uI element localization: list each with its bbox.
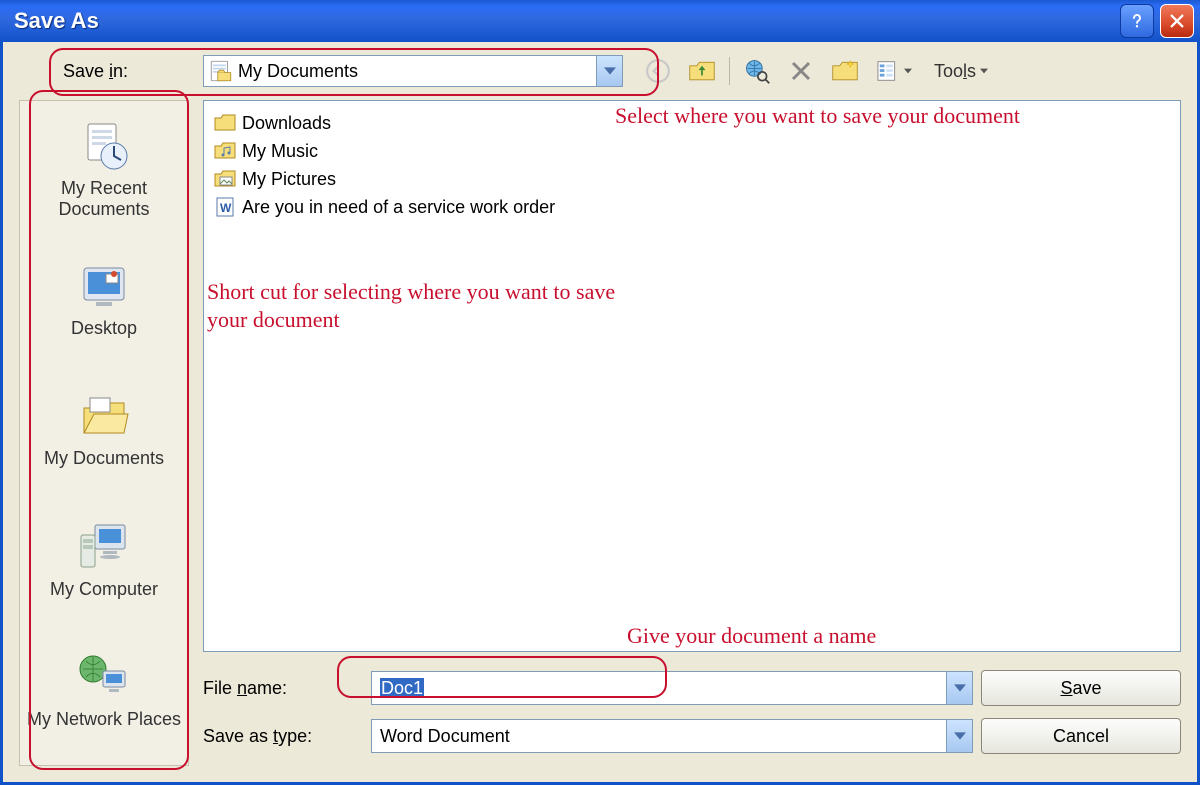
list-item[interactable]: Downloads (214, 109, 1170, 137)
list-item[interactable]: My Music (214, 137, 1170, 165)
chevron-down-icon (954, 730, 966, 742)
places-bar: My Recent Documents Desktop My Documents (19, 100, 189, 766)
place-my-computer[interactable]: My Computer (20, 495, 188, 625)
word-doc-icon: W (214, 196, 236, 218)
back-arrow-icon (645, 58, 671, 84)
file-name: Are you in need of a service work order (242, 197, 555, 218)
new-folder-button[interactable] (830, 56, 860, 86)
place-label: Desktop (71, 318, 137, 339)
file-list-area[interactable]: Downloads My Music My Pictures W Are you… (203, 100, 1181, 652)
file-name: Downloads (242, 113, 331, 134)
computer-icon (75, 521, 133, 573)
list-item[interactable]: W Are you in need of a service work orde… (214, 193, 1170, 221)
filename-dropdown-button[interactable] (946, 672, 972, 704)
folder-doc-icon (208, 58, 234, 84)
close-button[interactable] (1160, 4, 1194, 38)
file-name: My Music (242, 141, 318, 162)
views-button[interactable] (874, 56, 914, 86)
dialog-body: Save in: My Documents (0, 42, 1200, 785)
views-icon (877, 59, 903, 83)
search-web-button[interactable] (742, 56, 772, 86)
new-folder-icon (831, 58, 859, 84)
file-list: Downloads My Music My Pictures W Are you… (204, 101, 1180, 229)
folder-up-icon (688, 58, 716, 84)
folder-music-icon (214, 140, 236, 162)
close-icon (1169, 13, 1185, 29)
cancel-button[interactable]: Cancel (981, 718, 1181, 754)
tools-label: Tools (934, 61, 976, 82)
place-label: My Documents (44, 448, 164, 469)
save-in-row: Save in: My Documents (3, 42, 1197, 100)
toolbar: Tools (643, 56, 994, 86)
folder-icon (214, 112, 236, 134)
chevron-down-icon (604, 65, 616, 77)
savetype-label: Save as type: (203, 726, 363, 747)
up-one-level-button[interactable] (687, 56, 717, 86)
save-in-label: Save in: (63, 61, 193, 82)
chevron-down-icon (980, 68, 988, 74)
desktop-icon (76, 262, 132, 312)
place-network-places[interactable]: My Network Places (20, 625, 188, 755)
help-button[interactable] (1120, 4, 1154, 38)
chevron-down-icon (954, 682, 966, 694)
save-in-combo[interactable]: My Documents (203, 55, 623, 87)
toolbar-separator (729, 57, 730, 85)
help-icon (1128, 12, 1146, 30)
chevron-down-icon (904, 68, 912, 74)
tools-menu[interactable]: Tools (928, 59, 994, 84)
svg-text:W: W (220, 201, 232, 215)
delete-x-icon (789, 59, 813, 83)
network-icon (75, 651, 133, 703)
back-button[interactable] (643, 56, 673, 86)
place-label: My Computer (50, 579, 158, 600)
filename-value: Doc1 (372, 678, 946, 699)
savetype-value: Word Document (372, 726, 946, 747)
bottom-controls: File name: Doc1 Save Save as type: Word … (203, 664, 1181, 760)
place-recent-documents[interactable]: My Recent Documents (20, 105, 188, 235)
window-controls (1120, 4, 1194, 38)
place-my-documents[interactable]: My Documents (20, 365, 188, 495)
save-in-dropdown-button[interactable] (596, 56, 622, 86)
delete-button[interactable] (786, 56, 816, 86)
save-in-value: My Documents (238, 61, 596, 82)
list-item[interactable]: My Pictures (214, 165, 1170, 193)
file-name: My Pictures (242, 169, 336, 190)
title-bar: Save As (0, 0, 1200, 42)
filename-label: File name: (203, 678, 363, 699)
globe-search-icon (743, 57, 771, 85)
filename-combo[interactable]: Doc1 (371, 671, 973, 705)
savetype-combo[interactable]: Word Document (371, 719, 973, 753)
recent-documents-icon (76, 120, 132, 172)
place-desktop[interactable]: Desktop (20, 235, 188, 365)
folder-pictures-icon (214, 168, 236, 190)
window-title: Save As (14, 8, 99, 34)
place-label: My Network Places (27, 709, 181, 730)
save-button[interactable]: Save (981, 670, 1181, 706)
savetype-dropdown-button[interactable] (946, 720, 972, 752)
my-documents-icon (76, 392, 132, 442)
place-label: My Recent Documents (20, 178, 188, 220)
